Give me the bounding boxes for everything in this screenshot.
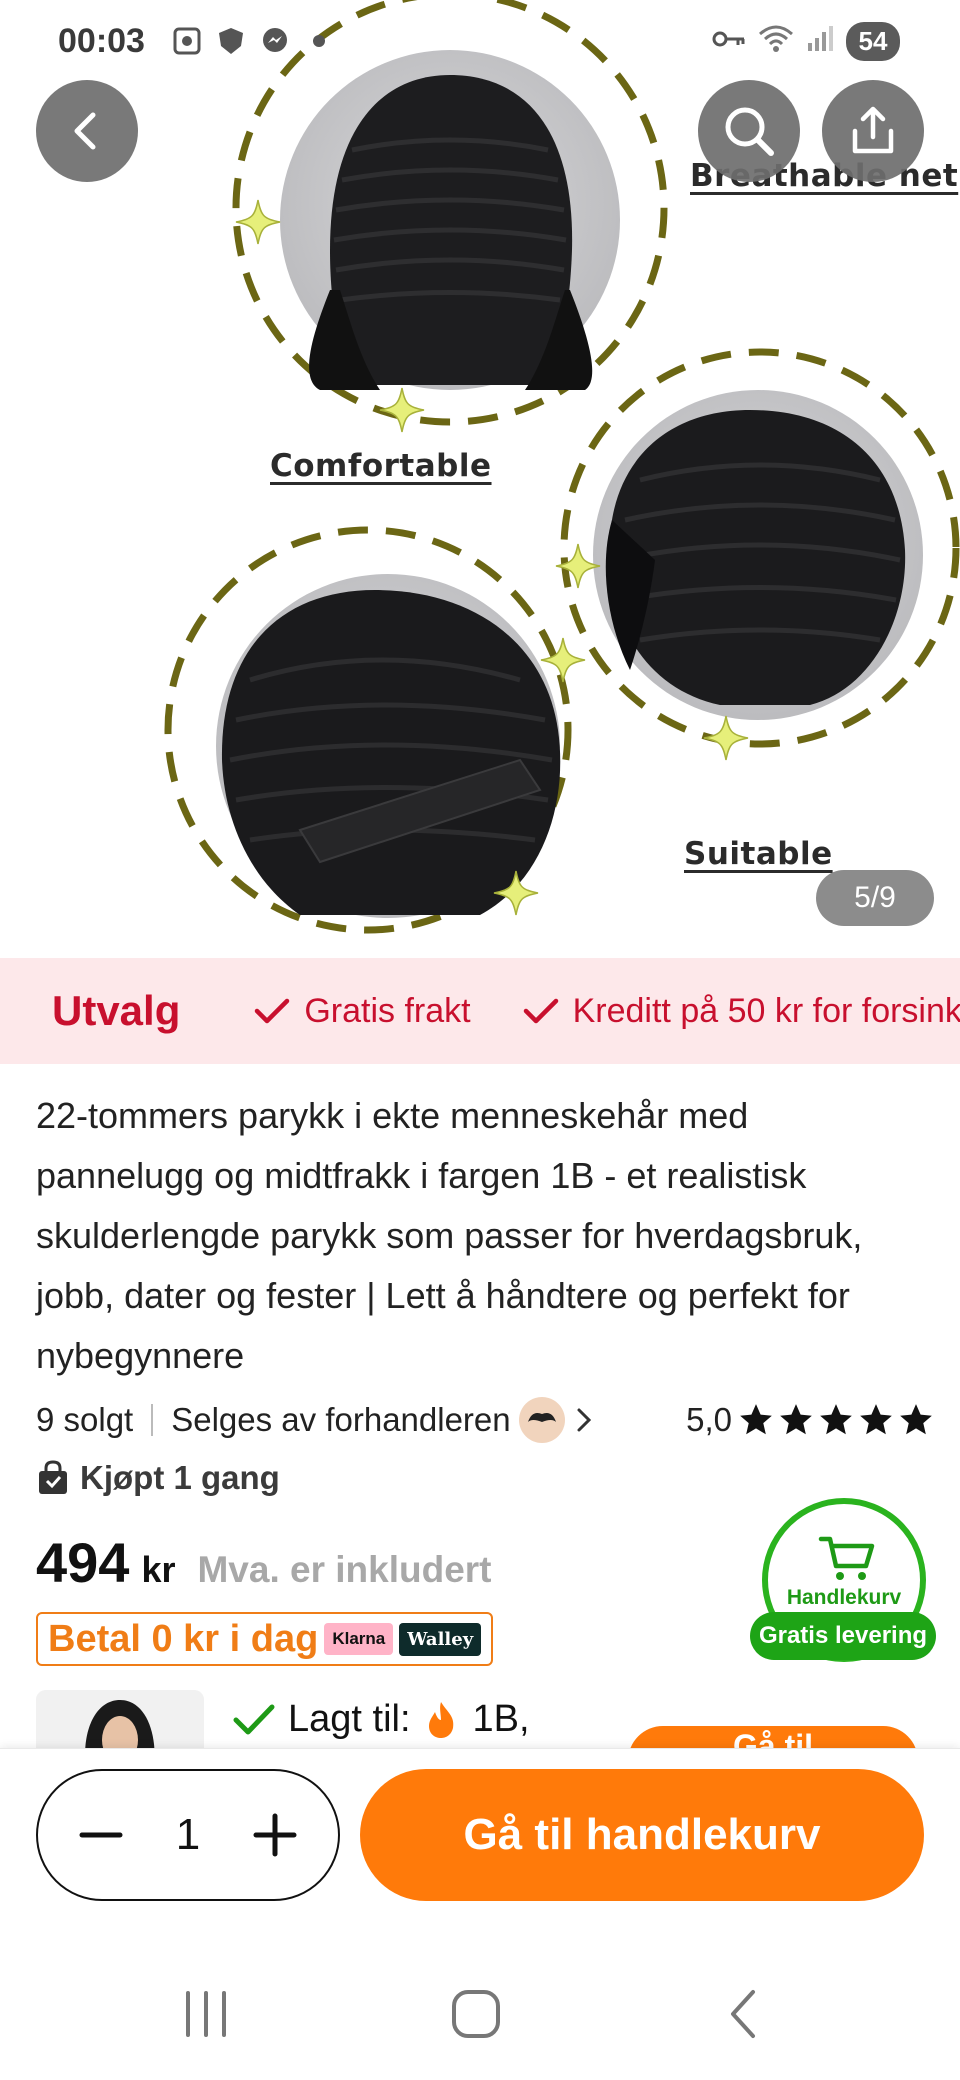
product-image-gallery[interactable]: Breathable net Comfortable Suitable 5/9 bbox=[0, 0, 960, 958]
price-row: 494 kr Mva. er inkludert bbox=[36, 1530, 492, 1595]
seller-link[interactable]: Selges av forhandleren bbox=[171, 1401, 510, 1439]
cart-badge-label: Handlekurv bbox=[786, 1586, 902, 1609]
added-line: Lagt til: 1B, bbox=[232, 1698, 530, 1741]
pay-later-banner[interactable]: Betal 0 kr i dag Klarna Walley bbox=[36, 1612, 494, 1666]
status-icons-right: 54 bbox=[712, 22, 900, 61]
screenshot-icon bbox=[170, 24, 204, 58]
cart-icon bbox=[818, 1536, 875, 1580]
vat-note: Mva. er inkludert bbox=[197, 1549, 492, 1590]
image-label-comfortable: Comfortable bbox=[270, 448, 492, 484]
check-icon bbox=[233, 1704, 275, 1734]
star-icon bbox=[740, 1404, 772, 1435]
star-icon bbox=[820, 1404, 852, 1435]
walley-logo: Walley bbox=[399, 1622, 482, 1656]
status-icons-left bbox=[170, 24, 336, 58]
added-to-cart-row: Lagt til: 1B, Gå til bbox=[36, 1690, 960, 1750]
shopping-bag-icon bbox=[39, 1460, 67, 1494]
promo-item-label: Kreditt på 50 kr for forsinkelse bbox=[572, 991, 960, 1030]
plus-icon[interactable] bbox=[252, 1812, 298, 1858]
promo-item-free-shipping: Gratis frakt bbox=[254, 991, 471, 1031]
bottom-action-bar: 1 Gå til handlekurv bbox=[0, 1748, 960, 1910]
added-value: 1B, bbox=[472, 1698, 530, 1740]
signal-icon bbox=[806, 25, 834, 58]
nav-back-icon bbox=[731, 1990, 755, 2038]
search-button[interactable] bbox=[698, 80, 800, 182]
back-button[interactable] bbox=[36, 80, 138, 182]
back-icon bbox=[74, 112, 96, 150]
sold-count: 9 solgt bbox=[36, 1401, 134, 1438]
purchased-count: Kjøpt 1 gang bbox=[36, 1454, 280, 1502]
fire-icon bbox=[428, 1701, 453, 1738]
check-icon bbox=[255, 998, 290, 1024]
rating[interactable]: 5,0 bbox=[686, 1401, 936, 1439]
star-icon bbox=[780, 1404, 812, 1435]
battery-indicator: 54 bbox=[846, 22, 900, 61]
added-product-thumbnail bbox=[36, 1690, 204, 1750]
status-time: 00:03 bbox=[58, 22, 145, 60]
rating-value: 5,0 bbox=[686, 1401, 732, 1438]
shield-app-icon bbox=[214, 24, 248, 58]
star-icon bbox=[900, 1404, 932, 1435]
star-icon bbox=[860, 1404, 892, 1435]
meta-divider bbox=[151, 1404, 154, 1436]
minus-icon[interactable] bbox=[78, 1812, 124, 1858]
go-to-cart-button[interactable]: Gå til handlekurv bbox=[360, 1769, 924, 1901]
share-icon bbox=[852, 106, 894, 154]
key-icon bbox=[712, 28, 746, 55]
rating-stars bbox=[736, 1401, 936, 1439]
promo-item-credit: Kreditt på 50 kr for forsinkelse bbox=[523, 992, 960, 1031]
image-label-suitable: Suitable bbox=[684, 836, 833, 872]
promo-brand: Utvalg bbox=[52, 987, 181, 1034]
added-label: Lagt til: bbox=[288, 1698, 411, 1740]
price-currency: kr bbox=[141, 1549, 176, 1590]
home-button[interactable] bbox=[436, 1974, 516, 2054]
system-nav-bar bbox=[0, 1910, 960, 2080]
purchased-label: Kjøpt 1 gang bbox=[80, 1459, 280, 1496]
klarna-logo: Klarna bbox=[324, 1623, 394, 1655]
seller-avatar[interactable] bbox=[518, 1397, 565, 1443]
price-value: 494 bbox=[36, 1531, 130, 1594]
quantity-value[interactable]: 1 bbox=[176, 1810, 200, 1860]
status-bar: 00:03 54 bbox=[0, 0, 960, 86]
quantity-stepper: 1 bbox=[36, 1769, 340, 1901]
wifi-icon bbox=[758, 24, 794, 59]
promo-item-label: Gratis frakt bbox=[304, 991, 471, 1030]
image-counter: 5/9 bbox=[816, 870, 934, 926]
home-icon bbox=[452, 1990, 500, 2038]
go-to-peek-button[interactable]: Gå til bbox=[628, 1726, 918, 1750]
recent-apps-button[interactable] bbox=[166, 1974, 246, 2054]
product-meta-row: 9 solgt Selges av forhandleren 5,0 bbox=[36, 1392, 936, 1448]
product-title[interactable]: 22-tommers parykk i ekte menneskehår med… bbox=[36, 1086, 916, 1386]
free-delivery-ribbon: Gratis levering bbox=[750, 1612, 936, 1660]
pay-today-text: Betal 0 kr i dag bbox=[48, 1617, 319, 1660]
search-icon bbox=[725, 107, 774, 156]
check-icon bbox=[523, 998, 558, 1024]
chevron-right-icon[interactable] bbox=[571, 1405, 597, 1435]
nav-back-button[interactable] bbox=[704, 1974, 784, 2054]
promo-strip[interactable]: Utvalg Gratis frakt Kreditt på 50 kr for… bbox=[0, 958, 960, 1064]
recent-apps-icon bbox=[186, 1991, 226, 2037]
messenger-icon bbox=[258, 24, 292, 58]
share-button[interactable] bbox=[822, 80, 924, 182]
dot-icon bbox=[302, 24, 336, 58]
